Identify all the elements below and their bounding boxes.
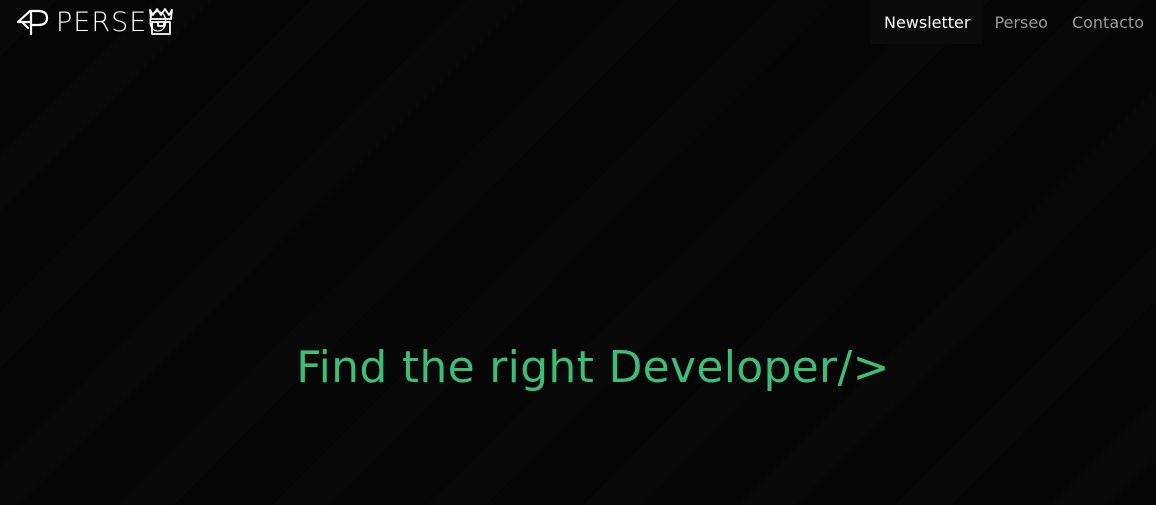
perseo-logo-icon: PERSEO: [16, 7, 173, 36]
navbar: PERSEO Newsletter Perseo Contacto: [0, 0, 1156, 44]
nav-contacto[interactable]: Contacto: [1060, 0, 1156, 44]
main-nav: Newsletter Perseo Contacto: [869, 0, 1156, 44]
nav-perseo[interactable]: Perseo: [982, 0, 1059, 44]
nav-newsletter[interactable]: Newsletter: [869, 0, 983, 44]
hero-title: Find the right Developer/>: [296, 342, 890, 393]
page: PERSEO Newsletter Perseo Contacto Find t…: [0, 0, 1156, 505]
